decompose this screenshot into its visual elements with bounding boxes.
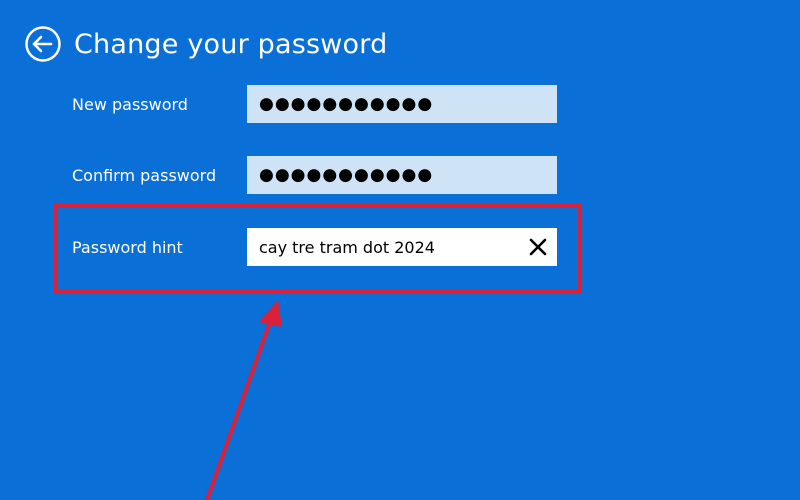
new-password-label: New password (72, 94, 188, 114)
confirm-password-field[interactable]: ●●●●●●●●●●● (247, 156, 557, 194)
confirm-password-label: Confirm password (72, 165, 217, 185)
page-header: Change your password (24, 24, 387, 64)
back-button[interactable] (24, 25, 62, 63)
new-password-value: ●●●●●●●●●●● (259, 93, 434, 114)
page-title: Change your password (74, 28, 388, 60)
back-arrow-icon (25, 26, 61, 62)
confirm-password-value: ●●●●●●●●●●● (259, 164, 434, 185)
new-password-field[interactable]: ●●●●●●●●●●● (247, 85, 557, 123)
highlight-box (54, 204, 582, 294)
